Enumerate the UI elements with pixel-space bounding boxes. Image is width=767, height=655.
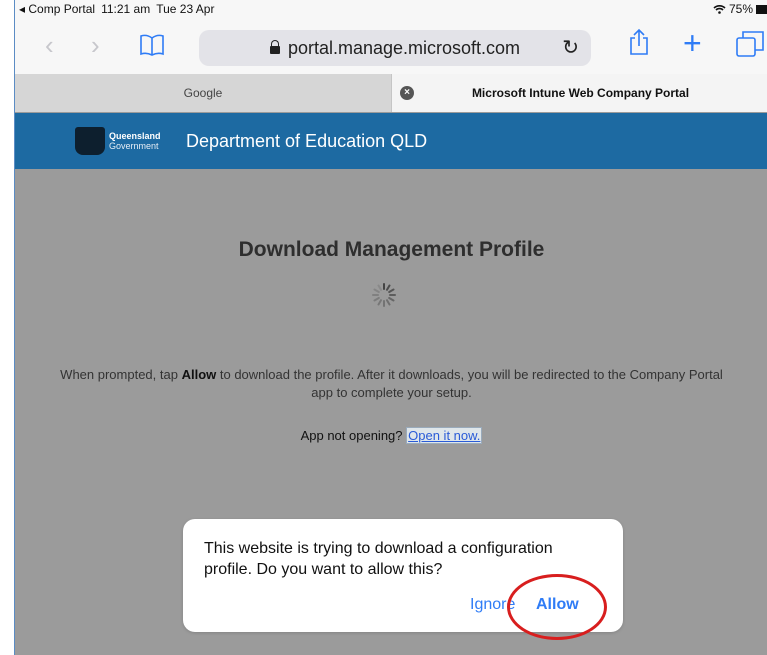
tab-bar: Google × Microsoft Intune Web Company Po…: [15, 74, 767, 112]
battery-icon: [756, 4, 767, 14]
instruction-pre: When prompted, tap: [60, 367, 182, 382]
tab-intune-portal[interactable]: × Microsoft Intune Web Company Portal: [391, 74, 767, 112]
wifi-icon: [713, 5, 726, 14]
share-icon[interactable]: [628, 28, 650, 56]
back-chevron-icon[interactable]: ‹: [45, 32, 54, 58]
configuration-profile-dialog: This website is trying to download a con…: [183, 519, 623, 640]
tabs-icon[interactable]: [735, 30, 765, 58]
reload-icon[interactable]: ↻: [562, 35, 579, 60]
safari-toolbar: ‹ › portal.manage.microsoft.com ↻ +: [15, 18, 767, 74]
close-icon[interactable]: ×: [400, 86, 414, 100]
address-bar[interactable]: portal.manage.microsoft.com ↻: [199, 30, 591, 66]
instruction-text: When prompted, tap Allow to download the…: [55, 366, 728, 402]
page-title: Download Management Profile: [238, 238, 545, 261]
book-icon[interactable]: [139, 34, 165, 56]
open-app-prompt: App not opening?: [300, 428, 403, 443]
lock-icon: [269, 40, 280, 54]
tab-label: Google: [183, 86, 223, 100]
back-to-app-link[interactable]: ◂ Comp Portal: [19, 2, 95, 16]
instruction-post: to download the profile. After it downlo…: [216, 367, 723, 400]
new-tab-icon[interactable]: +: [683, 27, 702, 59]
tab-label: Microsoft Intune Web Company Portal: [471, 86, 690, 100]
status-bar: ◂ Comp Portal 11:21 am Tue 23 Apr 75%: [15, 0, 767, 18]
forward-chevron-icon[interactable]: ›: [91, 32, 100, 58]
open-app-line: App not opening? Open it now.: [15, 427, 767, 444]
logo-line-1: Queensland: [109, 131, 161, 141]
logo-line-2: Government: [109, 141, 159, 151]
allow-button[interactable]: Allow: [536, 596, 579, 614]
url-text: portal.manage.microsoft.com: [287, 38, 521, 58]
ignore-button[interactable]: Ignore: [470, 596, 515, 614]
tab-google[interactable]: Google: [15, 74, 391, 112]
ipad-screen: ◂ Comp Portal 11:21 am Tue 23 Apr 75% ‹ …: [14, 0, 767, 655]
battery-percentage: 75%: [728, 2, 753, 16]
queensland-government-logo: Queensland Government: [75, 127, 161, 155]
open-it-now-link[interactable]: Open it now.: [406, 427, 483, 444]
site-title: Department of Education QLD: [186, 131, 428, 151]
status-date: Tue 23 Apr: [156, 2, 215, 16]
instruction-bold: Allow: [181, 367, 217, 382]
loading-spinner-icon: [372, 283, 396, 307]
status-time: 11:21 am: [101, 2, 151, 16]
dialog-message: This website is trying to download a con…: [204, 540, 553, 578]
site-header: Queensland Government Department of Educ…: [15, 113, 767, 169]
crest-icon: [75, 127, 105, 155]
